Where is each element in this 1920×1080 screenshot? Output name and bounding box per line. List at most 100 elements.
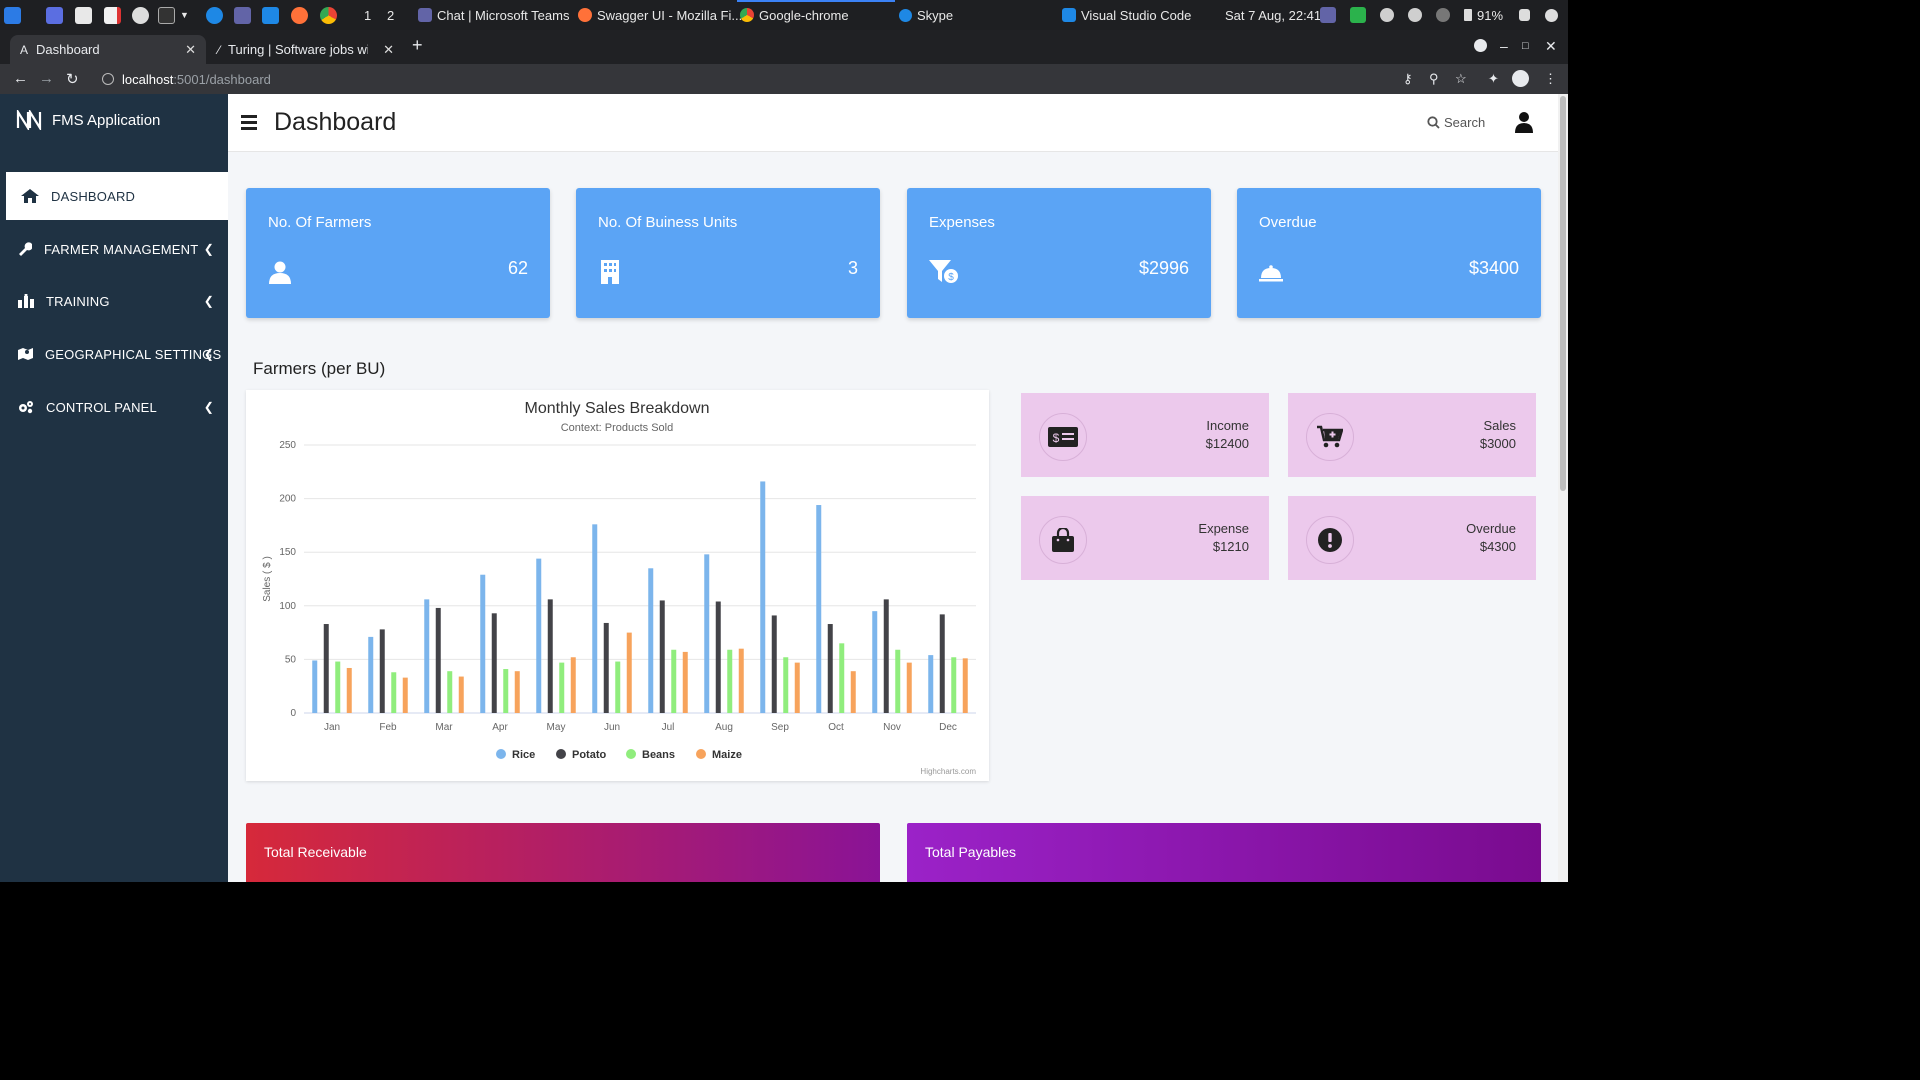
url-bar[interactable]: localhost:5001/dashboard xyxy=(92,67,1392,91)
window-vscode[interactable]: Visual Studio Code xyxy=(1062,0,1191,30)
new-tab-button[interactable]: + xyxy=(412,35,423,56)
sidebar-item-control-panel[interactable]: CONTROL PANEL ❮ xyxy=(6,383,228,431)
window-firefox[interactable]: Swagger UI - Mozilla Fi... xyxy=(578,0,742,30)
chart-title: Monthly Sales Breakdown xyxy=(525,400,710,417)
vscode-launcher-icon[interactable] xyxy=(262,0,279,30)
close-tab-icon[interactable]: ✕ xyxy=(383,42,394,58)
chart-bar xyxy=(783,657,789,713)
window-chrome[interactable]: Google-chrome xyxy=(740,0,849,30)
chart-bar xyxy=(839,643,845,713)
tab-search-icon[interactable] xyxy=(1474,39,1487,52)
mini-card-overdue[interactable]: Overdue $4300 xyxy=(1288,496,1536,580)
volume-icon[interactable] xyxy=(1408,8,1422,22)
network-icon[interactable] xyxy=(132,0,149,30)
mini-card-icon-circle xyxy=(1306,413,1354,461)
profile-avatar-icon[interactable] xyxy=(1512,70,1529,87)
total-receivable-card[interactable]: Total Receivable xyxy=(246,823,880,882)
power-icon[interactable] xyxy=(1545,0,1558,30)
map-icon xyxy=(18,348,33,360)
files-icon[interactable] xyxy=(75,0,92,30)
search-button[interactable]: Search xyxy=(1427,115,1485,130)
chart-legend-label: Potato xyxy=(572,749,607,761)
stat-value: 62 xyxy=(507,258,528,278)
workspace-1[interactable]: 1 xyxy=(364,0,371,30)
check-tray-icon[interactable] xyxy=(1350,7,1366,23)
stat-card-farmers[interactable]: No. Of Farmers 62 xyxy=(246,188,550,318)
chrome-launcher-icon[interactable] xyxy=(320,0,337,30)
chart-bar xyxy=(962,658,968,713)
chart-x-tick-label: Aug xyxy=(715,722,733,733)
back-icon[interactable]: ← xyxy=(13,70,28,87)
stat-label: No. Of Farmers xyxy=(268,214,372,231)
skype-launcher-icon[interactable] xyxy=(206,0,223,30)
browser-menu-icon[interactable]: ⋮ xyxy=(1544,71,1558,86)
teams-tray-icon[interactable] xyxy=(1320,7,1336,23)
monthly-sales-chart: Monthly Sales Breakdown Context: Product… xyxy=(262,400,976,776)
password-key-icon[interactable]: ⚷ xyxy=(1403,71,1417,86)
site-info-icon[interactable] xyxy=(102,73,114,85)
stat-card-business-units[interactable]: No. Of Buiness Units 3 xyxy=(576,188,880,318)
hamburger-menu-icon[interactable] xyxy=(241,115,257,130)
shopping-bag-icon xyxy=(1052,528,1074,552)
mini-card-expense[interactable]: Expense $1210 xyxy=(1021,496,1269,580)
chart-bar xyxy=(760,481,766,713)
browser-tab-turing[interactable]: ⁄ Turing | Software jobs wit ✕ xyxy=(208,35,404,64)
close-window-icon[interactable]: ✕ xyxy=(1545,38,1557,55)
chart-bar xyxy=(827,624,833,713)
user-account-icon[interactable] xyxy=(1515,111,1533,133)
sidebar-item-dashboard[interactable]: DASHBOARD xyxy=(6,172,228,220)
exclamation-icon xyxy=(1318,528,1342,552)
window-skype[interactable]: Skype xyxy=(899,0,953,30)
terminal-icon[interactable]: ▼ xyxy=(158,0,189,30)
maximize-icon[interactable]: □ xyxy=(1522,40,1529,52)
minimize-icon[interactable]: – xyxy=(1500,38,1508,54)
extensions-icon[interactable]: ✦ xyxy=(1488,71,1502,86)
close-tab-icon[interactable]: ✕ xyxy=(185,42,196,58)
system-tray xyxy=(1320,0,1450,30)
lock-icon[interactable] xyxy=(1519,0,1530,30)
sidebar-item-geographical-settings[interactable]: GEOGRAPHICAL SETTINGS ❮ xyxy=(6,330,228,378)
firefox-launcher-icon[interactable] xyxy=(291,0,308,30)
bookmark-star-icon[interactable]: ☆ xyxy=(1455,71,1469,86)
stat-value: $3400 xyxy=(1468,258,1519,278)
mini-card-income[interactable]: $ Income $12400 xyxy=(1021,393,1269,477)
notifications-off-icon[interactable] xyxy=(1436,8,1450,22)
battery-icon xyxy=(1464,9,1472,21)
chart-x-tick-label: Mar xyxy=(435,722,453,733)
browser-tab-dashboard[interactable]: A Dashboard ✕ xyxy=(10,35,206,64)
document-viewer-icon[interactable] xyxy=(104,0,121,30)
chart-legend-marker xyxy=(696,749,706,759)
reload-icon[interactable]: ↻ xyxy=(66,70,79,88)
chart-bar xyxy=(603,622,609,713)
stat-card-expenses[interactable]: Expenses $ $2996 xyxy=(907,188,1211,318)
main-content: Dashboard Search No. Of Farmers 62 No. O… xyxy=(228,94,1558,882)
stat-card-overdue[interactable]: Overdue $3400 xyxy=(1237,188,1541,318)
mini-card-sales[interactable]: Sales $3000 xyxy=(1288,393,1536,477)
chart-bar xyxy=(424,599,430,713)
brand[interactable]: FMS Application xyxy=(16,110,160,130)
forward-icon[interactable]: → xyxy=(39,70,54,87)
url-text: localhost:5001/dashboard xyxy=(122,71,271,87)
wifi-icon[interactable] xyxy=(1380,8,1394,22)
workspace-2[interactable]: 2 xyxy=(387,0,394,30)
chart-bar xyxy=(346,667,352,713)
chevron-left-icon: ❮ xyxy=(203,347,214,361)
window-teams[interactable]: Chat | Microsoft Teams xyxy=(418,0,569,30)
clock[interactable]: Sat 7 Aug, 22:41 xyxy=(1225,0,1321,30)
chart-legend-marker xyxy=(626,749,636,759)
desktop-icon[interactable] xyxy=(46,0,63,30)
chart-bar xyxy=(458,676,464,713)
launcher-icon[interactable] xyxy=(4,0,21,30)
sidebar-item-farmer-management[interactable]: FARMER MANAGEMENT ❮ xyxy=(6,225,228,273)
chart-bar xyxy=(447,671,453,713)
building-icon xyxy=(601,260,619,284)
zoom-icon[interactable]: ⚲ xyxy=(1429,71,1443,86)
battery-indicator[interactable]: 91% xyxy=(1464,0,1503,30)
chart-bar xyxy=(547,599,553,713)
page-scrollbar-thumb[interactable] xyxy=(1560,96,1566,491)
sidebar-item-training[interactable]: TRAINING ❮ xyxy=(6,277,228,325)
teams-launcher-icon[interactable] xyxy=(234,0,251,30)
chart-bar xyxy=(883,599,889,713)
chart-subtitle: Context: Products Sold xyxy=(561,422,674,434)
total-payables-card[interactable]: Total Payables xyxy=(907,823,1541,882)
